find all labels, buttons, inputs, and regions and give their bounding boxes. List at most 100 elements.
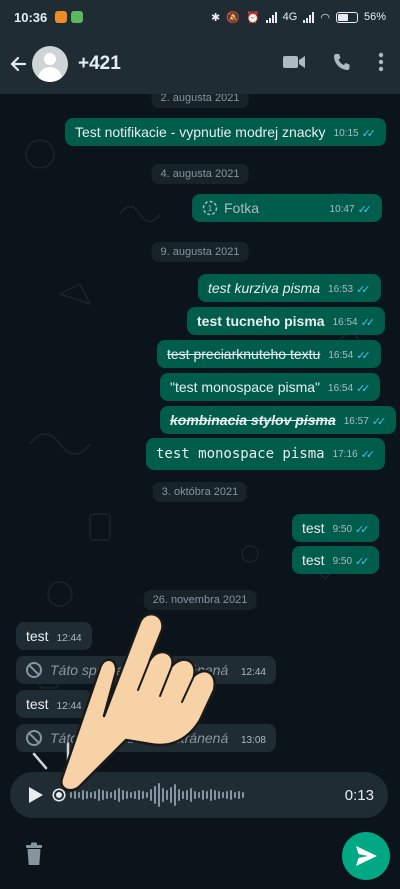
waveform-bar: [234, 792, 236, 798]
waveform-bar: [130, 792, 132, 798]
mute-icon: 🔕: [226, 11, 240, 24]
waveform-bar: [90, 792, 92, 798]
deleted-message-icon: [26, 662, 42, 678]
more-options-icon[interactable]: [378, 52, 384, 77]
network-type: 4G: [282, 11, 298, 23]
waveform-bar: [118, 788, 120, 802]
send-button[interactable]: [342, 832, 390, 880]
waveform-bar: [166, 790, 168, 800]
waveform-bar: [230, 790, 232, 800]
message-outgoing-photo[interactable]: 1 Fotka 10:47 ✓✓: [192, 194, 382, 222]
message-incoming-deleted[interactable]: Táto správa bola odstránená 12:44: [16, 656, 276, 684]
voice-waveform[interactable]: [70, 780, 339, 810]
message-time: 9:50: [332, 524, 353, 535]
waveform-bar: [170, 787, 172, 803]
waveform-bar: [198, 792, 200, 798]
read-ticks-icon: ✓✓: [355, 556, 370, 568]
phone-call-icon[interactable]: [332, 52, 352, 77]
wifi-icon: ◠: [320, 11, 330, 24]
waveform-bar: [206, 791, 208, 799]
bluetooth-icon: ✱: [211, 11, 221, 24]
waveform-bar: [74, 791, 76, 799]
waveform-bar: [122, 790, 124, 800]
message-outgoing[interactable]: Test notifikacie - vypnutie modrej znack…: [65, 118, 387, 146]
read-ticks-icon: ✓✓: [356, 350, 371, 362]
waveform-bar: [138, 790, 140, 800]
play-icon[interactable]: [24, 784, 46, 806]
send-icon: [356, 846, 377, 866]
message-time: 16:57: [343, 416, 369, 427]
waveform-bar: [146, 792, 148, 798]
read-ticks-icon: ✓✓: [356, 383, 371, 395]
message-incoming[interactable]: test 12:44: [16, 690, 92, 718]
signal-icon: [303, 11, 315, 23]
waveform-bar: [242, 792, 244, 798]
status-bar: 10:36 ✱ 🔕 ⏰ 4G ◠ 56%: [0, 0, 400, 34]
waveform-bar: [218, 791, 220, 799]
waveform-bar: [82, 790, 84, 800]
waveform-bar: [106, 791, 108, 799]
voice-duration: 0:13: [344, 786, 374, 804]
message-outgoing[interactable]: test tucneho pisma 16:54 ✓✓: [187, 307, 386, 335]
waveform-bar: [78, 792, 80, 798]
message-time: 16:54: [328, 383, 354, 394]
waveform-bar: [182, 791, 184, 799]
waveform-bar: [110, 792, 112, 798]
message-text: test: [26, 696, 49, 712]
avatar[interactable]: [32, 46, 68, 82]
date-chip: 26. novembra 2021: [143, 590, 257, 610]
message-text: test preciarknuteho textu: [167, 346, 321, 362]
date-chip: 2. augusta 2021: [151, 94, 249, 108]
waveform-bar: [194, 791, 196, 799]
message-time: 13:08: [240, 735, 266, 746]
message-outgoing[interactable]: test 9:50 ✓✓: [292, 514, 380, 542]
trash-icon[interactable]: [24, 842, 44, 866]
read-ticks-icon: ✓✓: [361, 128, 377, 140]
message-outgoing[interactable]: test 9:50 ✓✓: [292, 546, 380, 574]
message-time: 16:54: [332, 317, 358, 328]
waveform-bar: [226, 791, 228, 799]
message-outgoing[interactable]: test preciarknuteho textu 16:54 ✓✓: [157, 340, 381, 368]
back-arrow-icon[interactable]: [8, 54, 28, 74]
message-time: 10:15: [333, 128, 359, 139]
waveform-bar: [98, 789, 100, 801]
waveform-bar: [190, 788, 192, 802]
waveform-bar: [94, 791, 96, 799]
waveform-bar: [150, 789, 152, 801]
battery-percent: 56%: [363, 11, 386, 23]
message-incoming-deleted[interactable]: Táto správa bola odstránená 13:08: [16, 724, 276, 752]
voice-recording-bar: 0:13: [10, 772, 388, 818]
message-text: test monospace pisma: [156, 446, 325, 462]
message-outgoing[interactable]: kombinacia stylov pisma 16:57 ✓✓: [160, 406, 397, 434]
svg-text:1: 1: [208, 204, 213, 213]
message-text: test kurziva pisma: [208, 280, 321, 296]
message-text: kombinacia stylov pisma: [170, 412, 336, 428]
chat-header: +421: [0, 34, 400, 94]
read-ticks-icon: ✓✓: [360, 448, 376, 461]
waveform-bar: [210, 789, 212, 801]
contact-name[interactable]: +421: [78, 53, 121, 75]
waveform-bar: [238, 791, 240, 799]
waveform-bar: [154, 786, 156, 804]
message-outgoing[interactable]: "test monospace pisma" 16:54 ✓✓: [160, 373, 381, 401]
message-text: test: [302, 520, 325, 536]
waveform-bar: [222, 792, 224, 798]
date-chip: 3. októbra 2021: [152, 482, 248, 502]
status-time: 10:36: [14, 9, 48, 25]
chat-area[interactable]: 2. augusta 2021 Test notifikacie - vypnu…: [0, 94, 400, 764]
read-ticks-icon: ✓✓: [360, 317, 376, 329]
read-ticks-icon: ✓✓: [356, 284, 371, 296]
notification-icon: [71, 11, 84, 23]
battery-icon: [335, 11, 358, 23]
read-ticks-icon: ✓✓: [357, 204, 373, 216]
message-text: Test notifikacie - vypnutie modrej znack…: [75, 124, 326, 140]
message-time: 12:44: [56, 633, 82, 644]
message-outgoing[interactable]: test kurziva pisma 16:53 ✓✓: [198, 274, 381, 302]
message-incoming[interactable]: test 12:44: [16, 622, 92, 650]
date-chip: 4. augusta 2021: [151, 164, 249, 184]
video-call-icon[interactable]: [282, 54, 306, 75]
waveform-bar: [126, 791, 128, 799]
playback-position-handle[interactable]: [54, 790, 64, 800]
message-outgoing[interactable]: test monospace pisma 17:16 ✓✓: [146, 438, 386, 470]
waveform-bar: [186, 790, 188, 800]
